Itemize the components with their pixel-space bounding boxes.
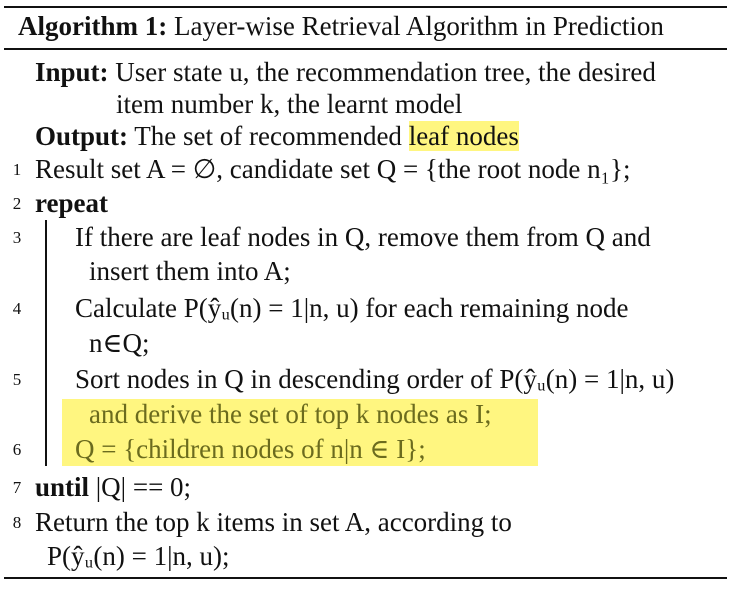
step-text: P(ŷᵤ(n) = 1|n, u); [47,541,230,571]
line-number: 1 [12,160,22,179]
output-text: The set of recommended [134,121,402,151]
line-number: 4 [12,299,22,318]
input-text-2: item number k, the learnt model [116,89,463,119]
step-text: |Q| == 0; [95,472,192,502]
step-text: Sort nodes in Q in descending order of P… [75,364,675,394]
step-text-highlighted: Q = {children nodes of n|n ∈ I}; [75,434,426,464]
output-highlight: leaf nodes [408,121,519,151]
line-number: 5 [12,370,22,389]
algorithm-box: Algorithm 1: Layer-wise Retrieval Algori… [0,0,733,592]
repeat-block-bar [45,220,47,466]
algorithm-title: Layer-wise Retrieval Algorithm in Predic… [173,11,664,41]
step-text: Return the top k items in set A, accordi… [35,507,512,537]
line-number: 2 [12,194,22,213]
bottom-rule [4,577,727,579]
until-keyword: until [35,472,90,502]
step-text: Calculate P(ŷᵤ(n) = 1|n, u) for each rem… [75,293,629,323]
step-text: n∈Q; [89,328,150,358]
top-rule [4,6,727,8]
line-number: 6 [12,440,22,459]
input-label: Input: [35,57,109,87]
line-number: 7 [12,478,22,497]
repeat-keyword: repeat [35,188,108,218]
title-rule [4,48,727,50]
step-text: If there are leaf nodes in Q, remove the… [75,222,651,252]
line-number: 3 [12,228,22,247]
algorithm-label: Algorithm 1: [18,11,168,41]
line-number: 8 [12,513,22,532]
input-text-1: User state u, the recommendation tree, t… [115,57,656,87]
output-label: Output: [35,121,129,151]
step-text-highlighted: and derive the set of top k nodes as I; [89,399,492,429]
step-text: Result set A = ∅, candidate set Q = {the… [35,154,631,184]
step-text: insert them into A; [89,256,291,286]
